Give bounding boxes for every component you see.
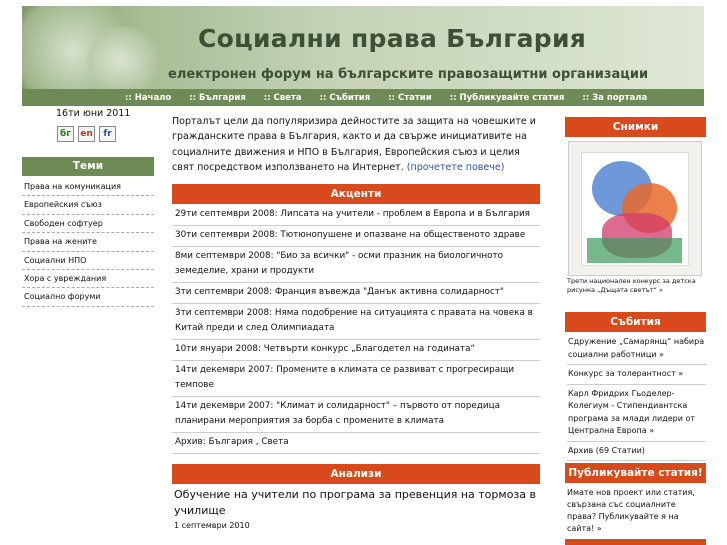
- photo-caption[interactable]: Трети национален конкурс за детска рисун…: [567, 277, 707, 295]
- topics-heading: Теми: [22, 157, 154, 176]
- topics-list: Права на комуникация Европейския съюз Св…: [22, 178, 154, 307]
- analysis-title[interactable]: Обучение на учители по програма за преве…: [174, 487, 540, 519]
- header-banner: Социални права България електронен форум…: [22, 6, 704, 89]
- news-item[interactable]: 8ми септември 2008: "Био за всички" - ос…: [172, 247, 540, 283]
- event-item[interactable]: Карл Фридрих Гьоделер-Колегиум - Стипенд…: [567, 385, 706, 442]
- nav-world[interactable]: :: Света: [264, 93, 302, 103]
- gallery-photo[interactable]: [568, 141, 702, 276]
- nav-articles[interactable]: :: Статии: [388, 93, 432, 103]
- event-item[interactable]: Конкурс за толерантност »: [567, 365, 706, 385]
- nav-about[interactable]: :: За портала: [582, 93, 647, 103]
- banner-decoration: [82, 26, 162, 89]
- events-archive-link[interactable]: Архив (69 Статии): [567, 442, 706, 461]
- language-switcher: бг en fr: [57, 126, 116, 142]
- topic-link[interactable]: Социално форуми: [22, 288, 154, 307]
- site-subtitle: електронен форум на българските правозащ…: [168, 67, 649, 82]
- highlights-list: 29ти септември 2008: Липсата на учители …: [172, 205, 540, 454]
- intro-text: Порталът цели да популяризира дейностите…: [172, 114, 542, 175]
- topic-link[interactable]: Хора с увреждания: [22, 270, 154, 289]
- events-list: Сдружение „Самарянщ“ набира социални раб…: [567, 333, 706, 461]
- events-heading: Събития: [565, 312, 706, 332]
- lang-fr-button[interactable]: fr: [99, 126, 116, 142]
- topic-link[interactable]: Права на комуникация: [22, 178, 154, 197]
- site-title: Социални права България: [198, 24, 587, 53]
- photos-heading: Снимки: [565, 117, 706, 137]
- main-nav: :: Начало :: България :: Света :: Събити…: [22, 89, 704, 106]
- nav-bulgaria[interactable]: :: България: [189, 93, 246, 103]
- publish-text[interactable]: Имате нов проект или статия, свързана съ…: [567, 487, 706, 535]
- analysis-date: 1 септември 2010: [174, 521, 250, 530]
- news-item[interactable]: 29ти септември 2008: Липсата на учители …: [172, 205, 540, 226]
- news-item[interactable]: 14ти декември 2007: Промените в климата …: [172, 361, 540, 397]
- topic-link[interactable]: Права на жените: [22, 233, 154, 252]
- news-item[interactable]: 10ти януари 2008: Четвърти конкурс „Благ…: [172, 340, 540, 361]
- nav-events[interactable]: :: Събития: [320, 93, 371, 103]
- next-section-heading: [565, 539, 706, 545]
- news-item[interactable]: 3ти септември 2008: Няма подобрение на с…: [172, 304, 540, 340]
- news-item[interactable]: 3ти септември 2008: Франция въвежда "Дан…: [172, 283, 540, 304]
- photo-frame: [581, 152, 689, 266]
- current-date: 16ти юни 2011: [56, 108, 131, 119]
- archive-link[interactable]: Архив: България , Света: [172, 433, 540, 454]
- news-item[interactable]: 30ти септември 2008: Тютюнопушене и опаз…: [172, 226, 540, 247]
- publish-heading: Публикувайте статия!: [565, 463, 706, 483]
- news-item[interactable]: 14ти декември 2007: "Климат и солидарнос…: [172, 397, 540, 433]
- topic-link[interactable]: Свободен софтуер: [22, 215, 154, 234]
- event-item[interactable]: Сдружение „Самарянщ“ набира социални раб…: [567, 333, 706, 365]
- nav-home[interactable]: :: Начало: [125, 93, 171, 103]
- lang-en-button[interactable]: en: [78, 126, 95, 142]
- lang-bg-button[interactable]: бг: [57, 126, 74, 142]
- read-more-link[interactable]: (прочетете повече): [407, 162, 505, 173]
- analysis-heading: Анализи: [172, 464, 540, 484]
- nav-publish[interactable]: :: Публикувайте статия: [450, 93, 565, 103]
- highlights-heading: Акценти: [172, 184, 540, 204]
- topic-link[interactable]: Европейския съюз: [22, 196, 154, 215]
- topic-link[interactable]: Социални НПО: [22, 252, 154, 270]
- photo-detail: [587, 238, 682, 263]
